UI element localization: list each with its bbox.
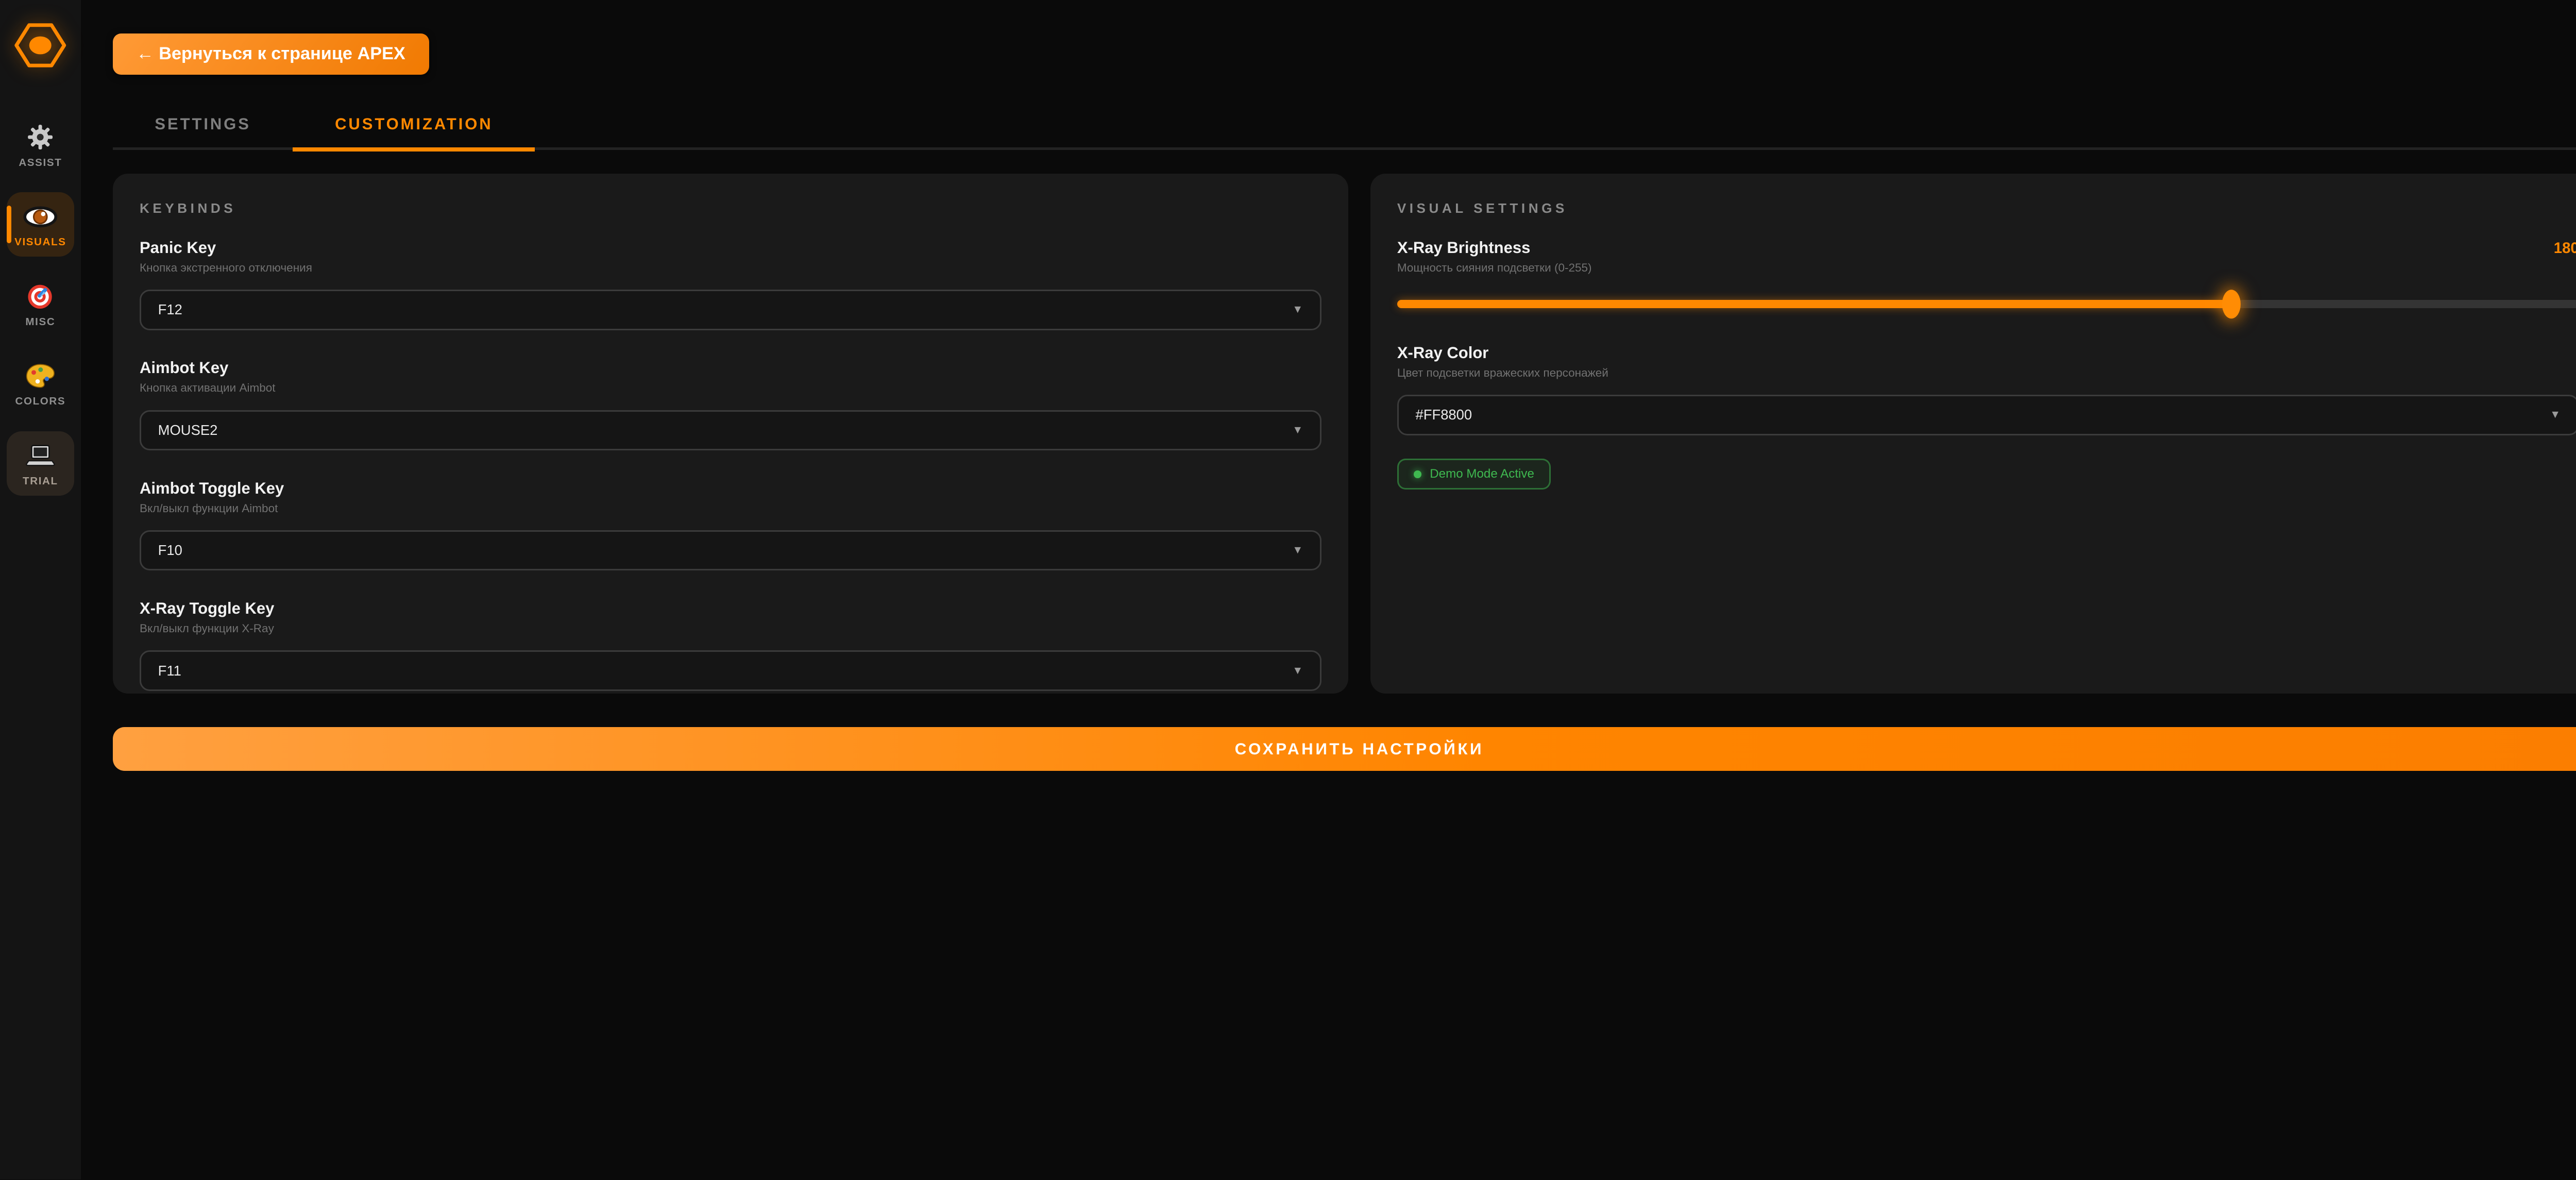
field-description: Вкл/выкл функции X-Ray xyxy=(140,622,1321,635)
xray-toggle-key-select[interactable]: F11 ▼ xyxy=(140,650,1321,690)
brightness-value: 180 xyxy=(2554,240,2576,257)
xray-brightness-field: X-Ray Brightness 180 Мощность сияния под… xyxy=(1397,239,2576,308)
xray-color-select[interactable]: #FF8800 ▼ xyxy=(1397,395,2576,435)
visual-settings-title: VISUAL SETTINGS xyxy=(1397,200,2576,216)
visual-settings-panel: VISUAL SETTINGS X-Ray Brightness 180 Мощ… xyxy=(1370,174,2576,694)
chevron-down-icon: ▼ xyxy=(1292,665,1303,677)
main-content: ← Вернуться к странице APEX SETTINGS CUS… xyxy=(81,0,2576,771)
palette-icon xyxy=(25,362,56,391)
panels-row: KEYBINDS Panic Key Кнопка экстренного от… xyxy=(113,174,2576,694)
sidebar-item-colors[interactable]: COLORS xyxy=(7,351,74,416)
status-dot-icon xyxy=(1414,470,1421,478)
select-value: F10 xyxy=(158,542,182,559)
chevron-down-icon: ▼ xyxy=(1292,424,1303,436)
field-label: X-Ray Color xyxy=(1397,344,2576,362)
sidebar-item-label: VISUALS xyxy=(14,236,66,248)
field-description: Цвет подсветки вражеских персонажей xyxy=(1397,366,2576,380)
select-value: MOUSE2 xyxy=(158,422,218,439)
field-label: X-Ray Brightness xyxy=(1397,239,1531,257)
aimbot-toggle-key-field: Aimbot Toggle Key Вкл/выкл функции Aimbo… xyxy=(140,479,1321,571)
sidebar: ASSIST VISUALS MISC xyxy=(0,0,81,1179)
field-label: X-Ray Toggle Key xyxy=(140,599,1321,618)
sidebar-item-label: COLORS xyxy=(15,395,65,408)
sidebar-item-label: MISC xyxy=(25,316,55,328)
panic-key-field: Panic Key Кнопка экстренного отключения … xyxy=(140,239,1321,330)
field-description: Кнопка активации Aimbot xyxy=(140,381,1321,395)
select-value: F12 xyxy=(158,301,182,318)
field-description: Мощность сияния подсветки (0-255) xyxy=(1397,261,2576,275)
sidebar-item-label: TRIAL xyxy=(23,475,58,487)
chevron-down-icon: ▼ xyxy=(2550,409,2561,421)
gear-icon xyxy=(27,123,54,151)
keybinds-title: KEYBINDS xyxy=(140,200,1321,216)
sidebar-item-misc[interactable]: MISC xyxy=(7,272,74,336)
aimbot-toggle-key-select[interactable]: F10 ▼ xyxy=(140,530,1321,570)
xray-toggle-key-field: X-Ray Toggle Key Вкл/выкл функции X-Ray … xyxy=(140,599,1321,691)
sidebar-item-visuals[interactable]: VISUALS xyxy=(7,192,74,257)
field-label: Panic Key xyxy=(140,239,1321,257)
select-value: #FF8800 xyxy=(1415,407,1472,423)
xray-color-field: X-Ray Color Цвет подсветки вражеских пер… xyxy=(1397,344,2576,435)
back-to-apex-button[interactable]: ← Вернуться к странице APEX xyxy=(113,33,429,75)
keybinds-panel: KEYBINDS Panic Key Кнопка экстренного от… xyxy=(113,174,1348,694)
app-logo-icon[interactable] xyxy=(13,19,67,72)
sidebar-item-assist[interactable]: ASSIST xyxy=(7,113,74,177)
field-label: Aimbot Key xyxy=(140,359,1321,377)
save-settings-button[interactable]: СОХРАНИТЬ НАСТРОЙКИ xyxy=(113,727,2576,771)
sidebar-item-trial[interactable]: TRIAL xyxy=(7,431,74,496)
aimbot-key-select[interactable]: MOUSE2 ▼ xyxy=(140,410,1321,450)
eye-icon xyxy=(23,203,58,231)
aimbot-key-field: Aimbot Key Кнопка активации Aimbot MOUSE… xyxy=(140,359,1321,450)
laptop-icon xyxy=(25,442,56,470)
slider-fill xyxy=(1397,300,2231,308)
field-description: Кнопка экстренного отключения xyxy=(140,261,1321,275)
demo-mode-badge: Demo Mode Active xyxy=(1397,459,1551,490)
select-value: F11 xyxy=(158,663,181,679)
xray-brightness-slider[interactable] xyxy=(1397,300,2576,308)
chevron-down-icon: ▼ xyxy=(1292,544,1303,557)
target-icon xyxy=(26,282,55,311)
demo-mode-badge-label: Demo Mode Active xyxy=(1430,467,1534,481)
sidebar-item-label: ASSIST xyxy=(19,157,62,169)
tab-bar: SETTINGS CUSTOMIZATION xyxy=(113,100,2576,150)
tab-customization[interactable]: CUSTOMIZATION xyxy=(293,100,535,151)
field-description: Вкл/выкл функции Aimbot xyxy=(140,502,1321,515)
tab-settings[interactable]: SETTINGS xyxy=(113,100,293,151)
chevron-down-icon: ▼ xyxy=(1292,304,1303,316)
slider-thumb[interactable] xyxy=(2222,290,2241,318)
field-label: Aimbot Toggle Key xyxy=(140,479,1321,498)
panic-key-select[interactable]: F12 ▼ xyxy=(140,290,1321,330)
